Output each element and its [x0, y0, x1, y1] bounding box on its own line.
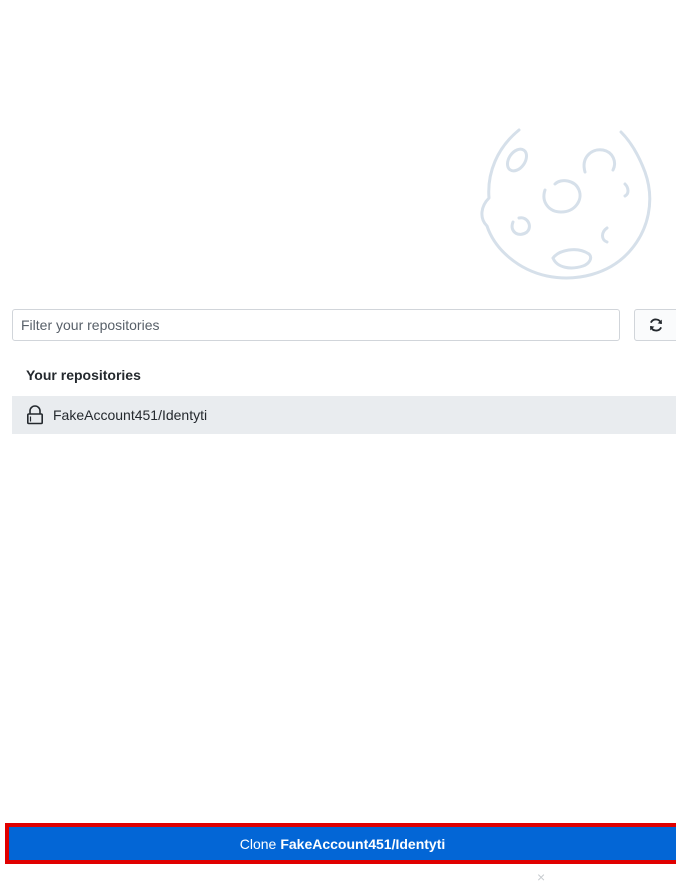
repository-list-item[interactable]: FakeAccount451/Identyti: [12, 396, 676, 434]
moon-illustration-icon: [480, 128, 652, 280]
clone-button-label: Clone: [239, 835, 277, 852]
clone-button[interactable]: Clone FakeAccount451/Identyti: [9, 827, 676, 860]
repository-name: FakeAccount451/Identyti: [53, 407, 208, 423]
lock-icon: [26, 405, 44, 425]
filter-repositories-input[interactable]: [12, 309, 620, 341]
clone-repository-panel: Your repositories FakeAccount451/Identyt…: [0, 0, 676, 884]
your-repositories-heading: Your repositories: [26, 367, 141, 383]
sync-icon: [650, 318, 662, 332]
refresh-button[interactable]: [634, 309, 676, 341]
close-icon[interactable]: ×: [537, 870, 545, 884]
clone-button-repo: FakeAccount451/Identyti: [280, 835, 446, 852]
